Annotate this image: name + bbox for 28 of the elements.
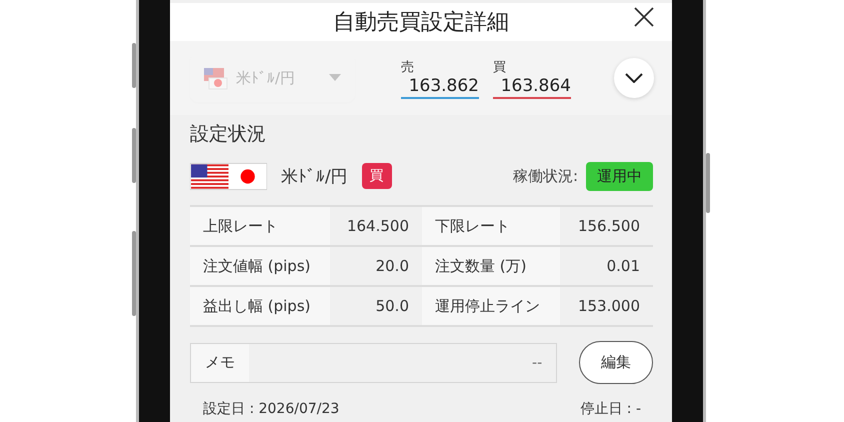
- chevron-down-icon: [625, 73, 643, 83]
- screen-title: 自動売買設定詳細: [333, 9, 509, 37]
- pair-name: 米ﾄﾞﾙ/円: [281, 166, 348, 188]
- table-cell: 益出し幅 (pips): [190, 287, 330, 325]
- table-cell: 注文値幅 (pips): [190, 247, 330, 285]
- memo-value: --: [532, 354, 542, 370]
- price-label: 買: [493, 58, 507, 76]
- expand-button[interactable]: [614, 58, 654, 98]
- status-badge: 運用中: [586, 162, 653, 190]
- close-button[interactable]: [632, 5, 656, 29]
- table-cell: 運用停止ライン: [422, 287, 560, 325]
- price-value: 163.862: [401, 76, 479, 98]
- section-title: 設定状況: [190, 122, 267, 147]
- stop-date: 停止日 : -: [580, 400, 641, 418]
- close-icon: [632, 5, 656, 29]
- table-cell: 注文数量 (万): [422, 247, 560, 285]
- table-cell: 上限レート: [190, 207, 330, 245]
- caret-icon: [329, 74, 341, 82]
- flag-icon: [190, 162, 267, 190]
- flag-icon: [204, 66, 228, 90]
- memo-label: メモ: [191, 344, 249, 382]
- set-date: 設定日 : 2026/07/23: [203, 400, 340, 418]
- price-value: 163.864: [493, 76, 571, 98]
- status-label: 稼働状況:: [512, 166, 578, 186]
- edit-button[interactable]: 編集: [579, 341, 653, 384]
- table-cell: 下限レート: [422, 207, 560, 245]
- side-badge: 買: [362, 163, 392, 189]
- price-label: 売: [401, 58, 415, 76]
